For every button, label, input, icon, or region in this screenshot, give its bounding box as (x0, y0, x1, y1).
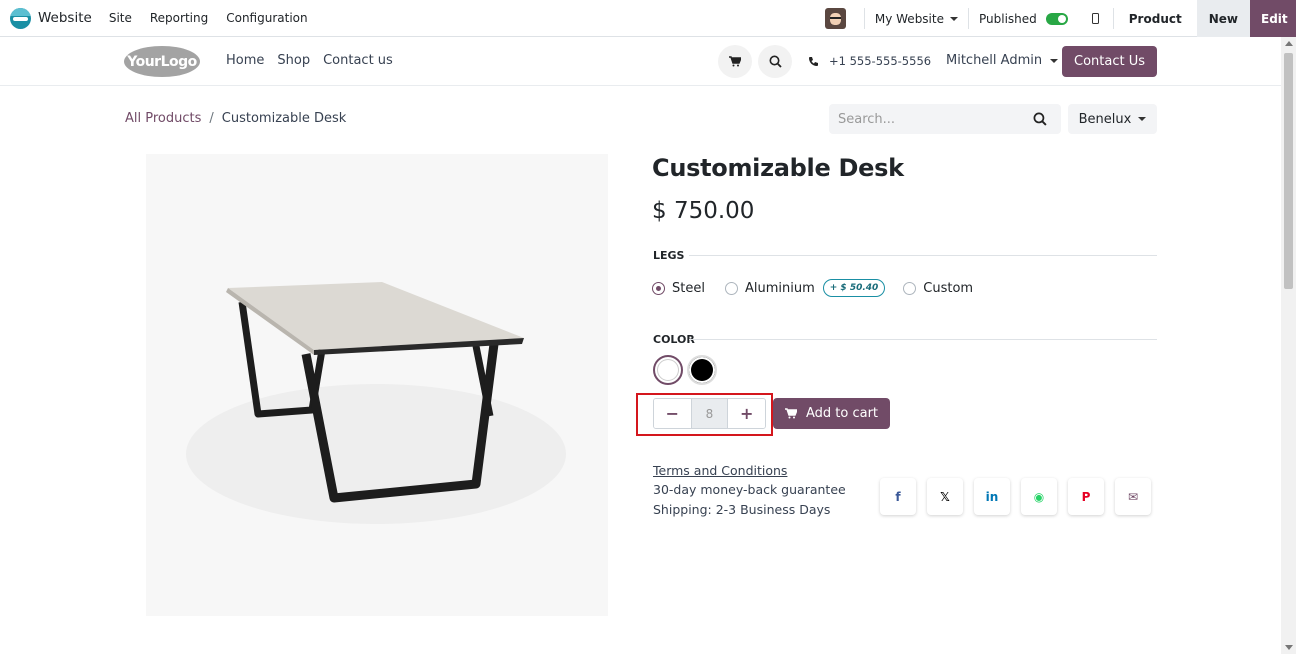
search-button[interactable] (758, 45, 792, 78)
search-icon[interactable] (1033, 112, 1047, 126)
contact-us-button[interactable]: Contact Us (1062, 46, 1157, 77)
user-name: Mitchell Admin (946, 53, 1043, 68)
legs-custom-radio[interactable] (903, 281, 917, 295)
decrease-quantity-button[interactable]: − (654, 399, 691, 428)
plus-icon: + (739, 404, 754, 423)
quantity-stepper: − 8 + (653, 398, 766, 429)
cart-button[interactable] (718, 45, 752, 78)
site-logo[interactable]: YourLogo (124, 46, 200, 77)
scroll-thumb[interactable] (1284, 53, 1293, 289)
app-name: Website (38, 10, 92, 26)
quantity-input[interactable]: 8 (690, 399, 729, 428)
user-menu[interactable]: Mitchell Admin (946, 53, 1059, 68)
nav-shop[interactable]: Shop (277, 53, 310, 68)
share-email-button[interactable]: ✉ (1115, 478, 1151, 515)
product-title: Customizable Desk (652, 154, 904, 182)
whatsapp-icon: ◉ (1033, 489, 1045, 504)
mobile-preview-button[interactable] (1078, 13, 1113, 24)
site-header: YourLogo Home Shop Contact us +1 555-555… (0, 37, 1281, 86)
legs-attribute-label: LEGS (653, 249, 685, 262)
chevron-down-icon (949, 16, 958, 21)
search-icon (769, 55, 782, 68)
toggle-switch[interactable] (1045, 12, 1068, 25)
breadcrumb-current: Customizable Desk (221, 111, 347, 126)
share-whatsapp-button[interactable]: ◉ (1021, 478, 1057, 515)
shipping-text: Shipping: 2-3 Business Days (653, 502, 831, 517)
site-nav: Home Shop Contact us (226, 53, 393, 68)
divider (689, 339, 1157, 340)
linkedin-icon: in (985, 489, 999, 504)
legs-steel-label[interactable]: Steel (672, 281, 705, 296)
nav-home[interactable]: Home (226, 53, 264, 68)
edit-button[interactable]: Edit (1250, 0, 1296, 37)
admin-bar: Website Site Reporting Configuration My … (0, 0, 1296, 37)
cart-icon (784, 408, 797, 419)
website-selector-label: My Website (874, 11, 944, 26)
menu-site[interactable]: Site (109, 11, 132, 25)
admin-menu: Site Reporting Configuration (109, 11, 308, 25)
share-facebook-button[interactable]: f (880, 478, 916, 515)
pricelist-dropdown[interactable]: Benelux (1068, 104, 1157, 134)
color-swatch-white[interactable] (653, 355, 683, 385)
published-label: Published (978, 11, 1037, 26)
new-button[interactable]: New (1196, 0, 1250, 37)
color-swatch-black[interactable] (687, 355, 717, 385)
breadcrumb-separator: / (209, 111, 214, 126)
divider (689, 255, 1157, 256)
nav-contact-us[interactable]: Contact us (323, 53, 393, 68)
breadcrumb: All Products / Customizable Desk (125, 111, 346, 126)
user-avatar[interactable] (824, 8, 846, 29)
scroll-up-icon[interactable] (1285, 41, 1293, 46)
product-search-input[interactable]: Search... (829, 104, 1061, 134)
x-icon: 𝕏 (940, 489, 950, 504)
chevron-down-icon (1138, 117, 1147, 121)
terms-link[interactable]: Terms and Conditions (653, 463, 787, 478)
legs-options: Steel Aluminium + $ 50.40 Custom (652, 279, 973, 297)
add-to-cart-button[interactable]: Add to cart (773, 398, 890, 429)
menu-reporting[interactable]: Reporting (150, 11, 208, 25)
publish-toggle[interactable]: Published (969, 12, 1078, 26)
facebook-icon: f (895, 489, 901, 504)
mobile-icon (1091, 13, 1099, 24)
product-image[interactable] (146, 154, 608, 616)
price-extra-badge: + $ 50.40 (822, 279, 886, 297)
search-placeholder: Search... (838, 111, 896, 127)
share-buttons: f 𝕏 in ◉ P ✉ (880, 478, 1151, 515)
breadcrumb-all-products[interactable]: All Products (125, 111, 201, 126)
legs-aluminium-label[interactable]: Aluminium (745, 281, 815, 296)
product-price: $ 750.00 (652, 198, 755, 224)
legs-steel-radio[interactable] (652, 281, 665, 295)
legs-custom-label[interactable]: Custom (923, 281, 973, 296)
minus-icon: − (665, 404, 680, 423)
menu-configuration[interactable]: Configuration (226, 11, 307, 25)
phone-number: +1 555-555-5556 (829, 54, 932, 68)
phone-icon (809, 56, 818, 66)
admin-bar-right: My Website Published Product New Edit (824, 0, 1296, 37)
share-pinterest-button[interactable]: P (1068, 478, 1104, 515)
page-scrollbar[interactable] (1281, 37, 1296, 654)
increase-quantity-button[interactable]: + (728, 399, 765, 428)
add-to-cart-label: Add to cart (805, 406, 879, 421)
website-app-icon (10, 7, 31, 29)
cart-icon (729, 56, 741, 67)
legs-aluminium-radio[interactable] (724, 281, 738, 295)
app-brand[interactable]: Website (10, 7, 92, 29)
chevron-down-icon (1050, 58, 1059, 63)
phone-contact[interactable]: +1 555-555-5556 (808, 54, 931, 68)
share-x-button[interactable]: 𝕏 (927, 478, 963, 515)
pinterest-icon: P (1081, 489, 1091, 504)
guarantee-text: 30-day money-back guarantee (653, 482, 846, 497)
scroll-down-icon[interactable] (1285, 645, 1293, 650)
email-icon: ✉ (1127, 489, 1139, 504)
website-selector[interactable]: My Website (865, 12, 968, 26)
desk-illustration (186, 282, 566, 524)
product-button[interactable]: Product (1114, 0, 1197, 37)
share-linkedin-button[interactable]: in (974, 478, 1010, 515)
pricelist-label: Benelux (1078, 111, 1132, 127)
